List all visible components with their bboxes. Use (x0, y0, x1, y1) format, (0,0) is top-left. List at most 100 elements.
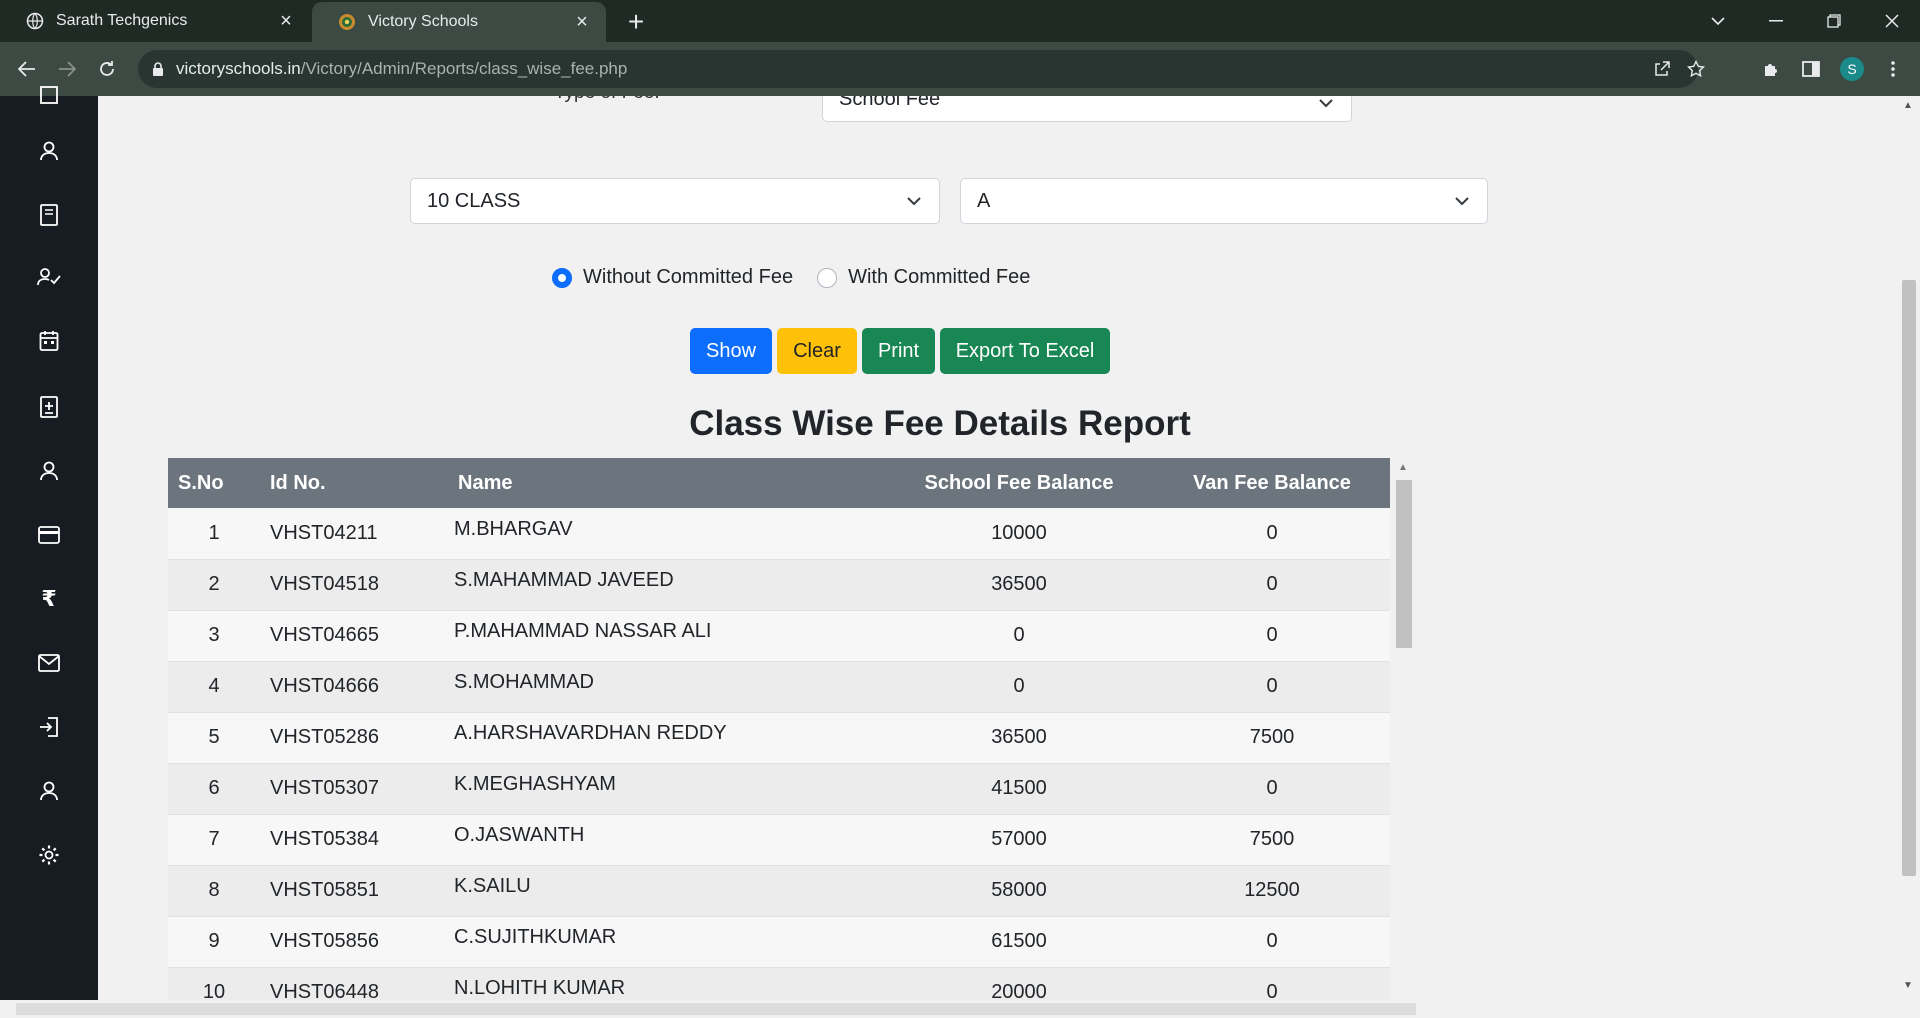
cell-text: 57000 (991, 828, 1047, 850)
show-button[interactable]: Show (690, 328, 772, 374)
table-cell: VHST04518 (260, 559, 444, 610)
column-header: Name (458, 471, 513, 494)
calendar-icon[interactable] (34, 326, 64, 356)
more-options-icon[interactable] (1878, 54, 1908, 84)
table-cell: K.MEGHASHYAM (444, 763, 884, 814)
radio-with-label[interactable]: With Committed Fee (848, 266, 1030, 289)
reload-icon[interactable] (92, 54, 122, 84)
cell-text: 6 (208, 777, 220, 799)
tab-search-chevron-icon[interactable] (1690, 0, 1746, 42)
clear-button[interactable]: Clear (777, 328, 857, 374)
dashboard-icon[interactable] (34, 80, 64, 110)
table-cell: O.JASWANTH (444, 814, 884, 865)
cell-text: 7500 (1249, 828, 1295, 850)
main-content: Type of Fee: School Fee 10 CLASS A Witho… (98, 96, 1898, 1000)
login-icon[interactable] (34, 712, 64, 742)
page-scrollbar-thumb[interactable] (1902, 280, 1916, 876)
cell-text: 0 (1266, 930, 1278, 952)
close-window-icon[interactable] (1864, 0, 1920, 42)
browser-tab-sarath[interactable]: Sarath Techgenics × (0, 0, 310, 42)
bookmark-star-icon[interactable] (1678, 50, 1714, 88)
restore-icon[interactable] (1806, 0, 1862, 42)
horizontal-scrollbar[interactable] (0, 1000, 1898, 1018)
cell-text: 8 (208, 879, 220, 901)
user-icon[interactable] (34, 136, 64, 166)
cell-text: 0 (1013, 624, 1025, 646)
table-scrollbar[interactable]: ▲ (1390, 458, 1418, 1000)
table-row: 6 VHST05307 K.MEGHASHYAM 41500 0 (168, 763, 1390, 814)
section-value: A (977, 189, 991, 212)
side-panel-icon[interactable] (1796, 54, 1826, 84)
sidebar: ₹ (0, 86, 98, 1000)
table-cell: 0 (1154, 661, 1390, 712)
page-scrollbar[interactable]: ▲ ▼ (1898, 96, 1920, 1000)
minimize-icon[interactable] (1748, 0, 1804, 42)
chevron-down-icon (1455, 197, 1469, 206)
person-icon[interactable] (34, 456, 64, 486)
fee-type-select[interactable]: School Fee (822, 96, 1352, 122)
table-cell: M.BHARGAV (444, 508, 884, 559)
table-cell: VHST05851 (260, 865, 444, 916)
table-row: 2 VHST04518 S.MAHAMMAD JAVEED 36500 0 (168, 559, 1390, 610)
table-cell: 36500 (884, 559, 1154, 610)
print-button[interactable]: Print (862, 328, 935, 374)
rupee-icon[interactable]: ₹ (34, 584, 64, 614)
new-tab-plus-icon[interactable]: + (620, 6, 652, 38)
cell-text: O.JASWANTH (454, 824, 585, 846)
browser-tab-victory[interactable]: Victory Schools × (312, 2, 606, 42)
cell-text: 7500 (1249, 726, 1295, 748)
scroll-up-arrow-icon[interactable]: ▲ (1398, 462, 1408, 473)
table-scrollbar-thumb[interactable] (1396, 480, 1412, 648)
profile-avatar[interactable]: S (1840, 57, 1864, 81)
table-cell: 8 (168, 865, 260, 916)
class-select[interactable]: 10 CLASS (410, 178, 940, 224)
horizontal-scrollbar-thumb[interactable] (16, 1003, 1416, 1015)
lock-icon[interactable] (150, 61, 166, 77)
table-row: 4 VHST04666 S.MOHAMMAD 0 0 (168, 661, 1390, 712)
table-cell: 0 (1154, 559, 1390, 610)
cell-text: 36500 (991, 573, 1047, 595)
account-icon[interactable] (34, 776, 64, 806)
mail-icon[interactable] (34, 648, 64, 678)
tab-title: Sarath Techgenics (56, 12, 188, 29)
extensions-puzzle-icon[interactable] (1756, 54, 1786, 84)
radio-without-committed-fee[interactable] (552, 267, 572, 288)
share-icon[interactable] (1644, 50, 1680, 88)
cell-text: 61500 (991, 930, 1047, 952)
table-cell: K.SAILU (444, 865, 884, 916)
cell-text: 20000 (991, 981, 1047, 1000)
close-tab-icon[interactable]: × (274, 9, 298, 33)
user-check-icon[interactable] (34, 262, 64, 292)
table-cell: 0 (1154, 508, 1390, 559)
table-row: 3 VHST04665 P.MAHAMMAD NASSAR ALI 0 0 (168, 610, 1390, 661)
scroll-up-arrow-icon[interactable]: ▲ (1903, 100, 1913, 111)
card-icon[interactable] (34, 520, 64, 550)
table-cell: 1 (168, 508, 260, 559)
cell-text: VHST05286 (270, 726, 379, 748)
radio-with-committed-fee[interactable] (817, 267, 838, 288)
book-icon[interactable] (34, 200, 64, 230)
scroll-down-arrow-icon[interactable]: ▼ (1903, 980, 1913, 991)
table-cell: VHST05307 (260, 763, 444, 814)
add-document-icon[interactable] (34, 392, 64, 422)
address-bar[interactable]: victoryschools.in/Victory/Admin/Reports/… (138, 50, 1705, 88)
table-cell: 36500 (884, 712, 1154, 763)
table-cell: VHST04666 (260, 661, 444, 712)
close-tab-icon[interactable]: × (570, 10, 594, 34)
radio-without-label[interactable]: Without Committed Fee (583, 266, 793, 289)
table-cell: 0 (1154, 967, 1390, 1000)
cell-text: VHST06448 (270, 981, 379, 1000)
cell-text: S.MOHAMMAD (454, 671, 594, 693)
table-cell: 7 (168, 814, 260, 865)
cell-text: 0 (1266, 777, 1278, 799)
table-cell: A.HARSHAVARDHAN REDDY (444, 712, 884, 763)
cell-text: 1 (208, 521, 220, 544)
export-excel-button[interactable]: Export To Excel (940, 328, 1110, 374)
cell-text: M.BHARGAV (454, 517, 573, 540)
settings-icon[interactable] (34, 840, 64, 870)
table-row: 9 VHST05856 C.SUJITHKUMAR 61500 0 (168, 916, 1390, 967)
tab-title: Victory Schools (368, 13, 478, 30)
class-value: 10 CLASS (427, 189, 521, 212)
table-cell: 20000 (884, 967, 1154, 1000)
section-select[interactable]: A (960, 178, 1488, 224)
